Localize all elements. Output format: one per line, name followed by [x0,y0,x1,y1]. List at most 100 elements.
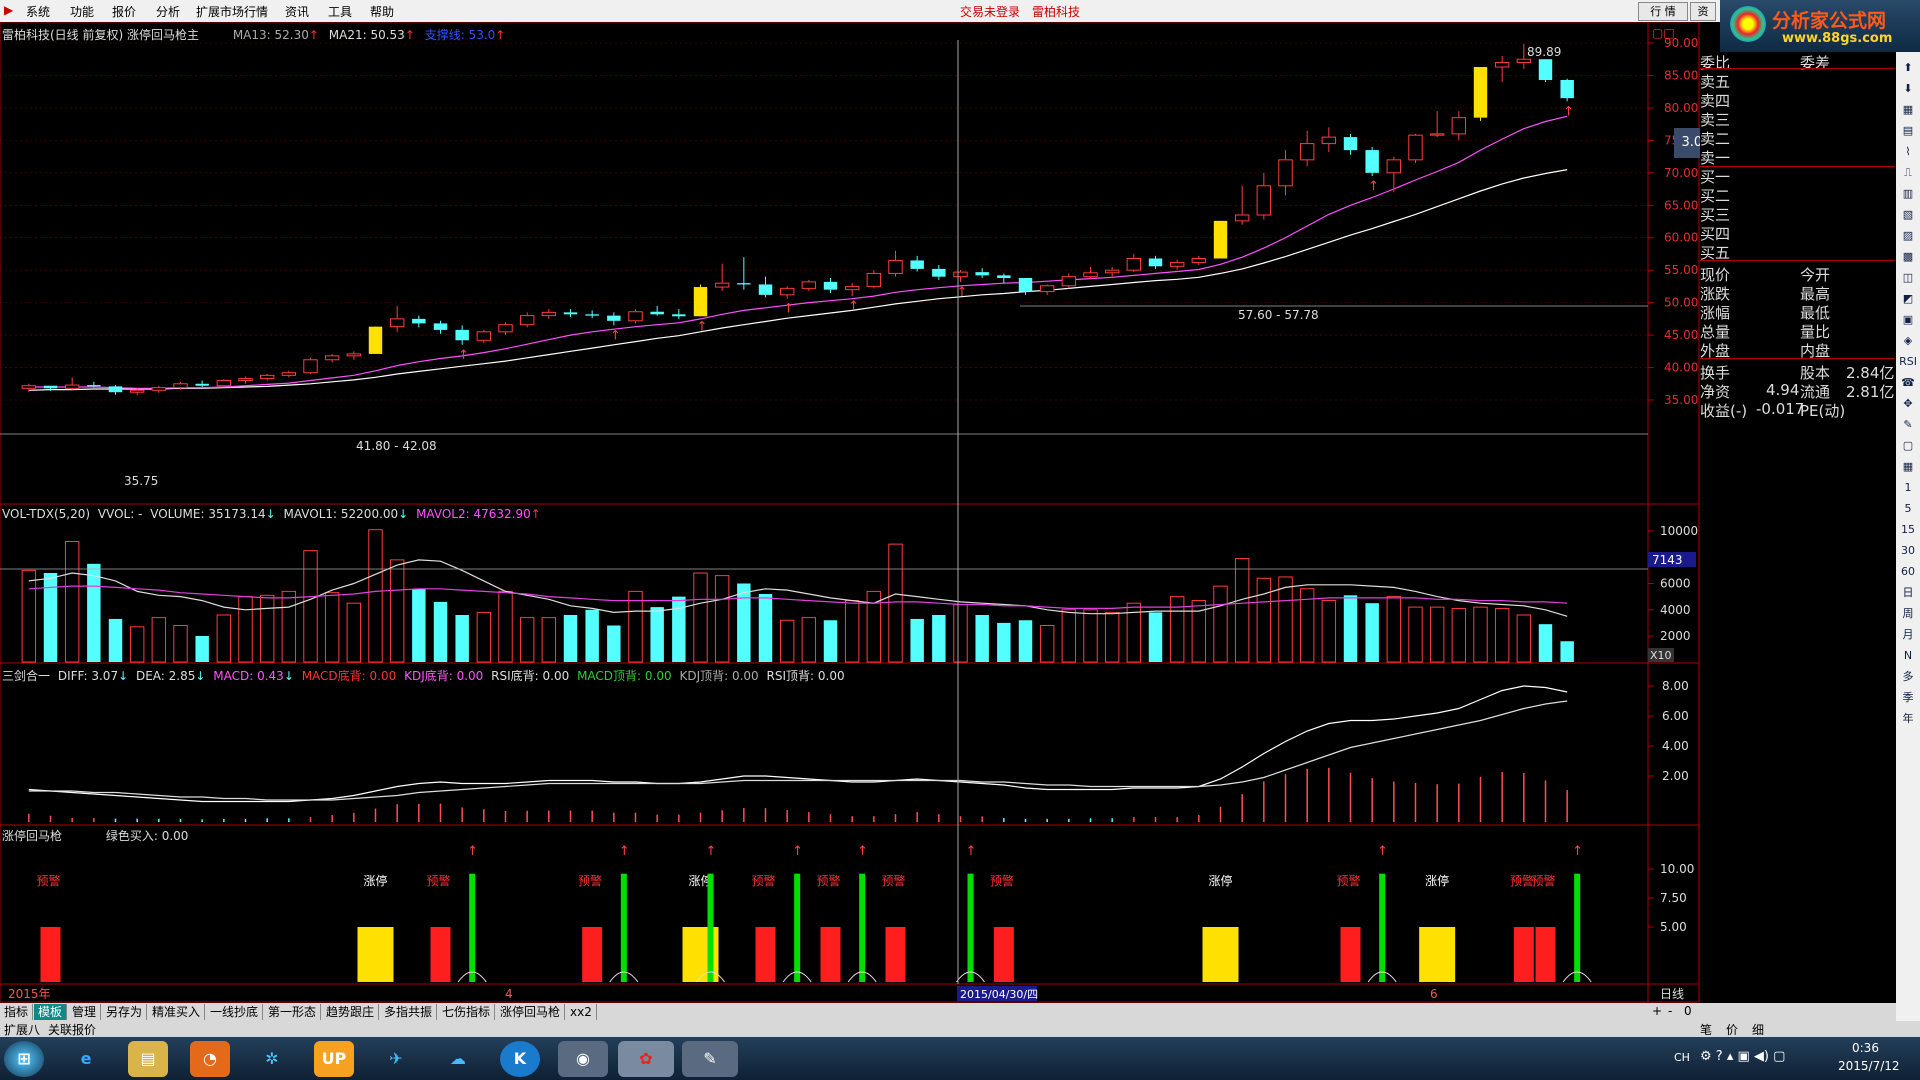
tab-7[interactable]: 趋势跟庄 [322,1004,380,1020]
toolbar-tool-icon[interactable]: ◫ [1899,270,1917,286]
candle-body [779,287,795,296]
toolbar-tool-icon[interactable]: ▤ [1899,123,1917,139]
candle-body [281,372,297,376]
toolbar-tool-icon[interactable]: ▧ [1899,207,1917,223]
clock-date[interactable]: 2015/7/12 [1838,1059,1900,1073]
toolbar-tool-icon[interactable]: 30 [1899,543,1917,559]
tab-4[interactable]: 精准买入 [148,1004,206,1020]
tray-price-button[interactable]: 价 [1726,1021,1738,1038]
toolbar-tool-icon[interactable]: 年 [1899,711,1917,727]
toolbar-tool-icon[interactable]: ▢ [1899,438,1917,454]
toolbar-tool-icon[interactable]: ▣ [1899,312,1917,328]
menu-item-quote[interactable]: 报价 [112,3,136,20]
signal-tick-label: 10.00 [1660,862,1694,876]
zoom-out-button[interactable]: - [1668,1004,1672,1018]
toolbar-tool-icon[interactable]: ▨ [1899,228,1917,244]
toolbar-tool-icon[interactable]: 1 [1899,480,1917,496]
toolbar-tool-icon[interactable]: 5 [1899,501,1917,517]
candle-body [129,389,145,393]
toolbar-tool-icon[interactable]: 60 [1899,564,1917,580]
menu-item-system[interactable]: 系统 [26,3,50,20]
toolbar-tool-icon[interactable]: ⬇ [1899,81,1917,97]
signal-indicator-name[interactable]: 涨停回马枪 [2,829,62,843]
vol-indicator-name[interactable]: VOL-TDX(5,20) [2,507,90,521]
toolbar-tool-icon[interactable]: RSI [1899,354,1917,370]
tab-related-quote[interactable]: 关联报价 [48,1021,96,1038]
toolbar-tool-icon[interactable]: ✥ [1899,396,1917,412]
toolbar-tool-icon[interactable]: 日 [1899,585,1917,601]
toolbar-tool-icon[interactable]: 周 [1899,606,1917,622]
tab-9[interactable]: 七伤指标 [438,1004,496,1020]
toolbar-tool-icon[interactable]: 多 [1899,669,1917,685]
toolbar-tool-icon[interactable]: 季 [1899,690,1917,706]
low-price-label: 35.75 [124,474,158,488]
trade-login-status[interactable]: 交易未登录 [960,3,1020,20]
language-indicator[interactable]: CH [1674,1051,1690,1064]
volume-bar [823,620,838,662]
file-explorer-icon[interactable]: ▤ [128,1041,168,1077]
tray-detail-button[interactable]: 细 [1752,1021,1764,1038]
info-button[interactable]: 资 [1690,2,1716,21]
app-paint-icon[interactable]: ✎ [682,1041,738,1077]
app-cloud-icon[interactable]: ☁ [438,1041,478,1077]
menu-item-help[interactable]: 帮助 [370,3,394,20]
start-button-icon[interactable]: ⊞ [4,1041,44,1077]
toolbar-tool-icon[interactable]: ⌇ [1899,144,1917,160]
candle-body [324,355,340,361]
toolbar-tool-icon[interactable]: ◈ [1899,333,1917,349]
zoom-in-button[interactable]: + [1652,1004,1662,1018]
volume-bar [1429,606,1445,663]
tab-10[interactable]: 涨停回马枪 [496,1004,566,1020]
tab-ext8[interactable]: 扩展八 [4,1021,40,1038]
main-title[interactable]: 雷柏科技(日线 前复权) 涨停回马枪主 [2,28,199,42]
app-flash-icon[interactable]: ◉ [558,1041,608,1077]
toolbar-tool-icon[interactable]: ⎍ [1899,165,1917,181]
tray-pen-button[interactable]: 笔 [1700,1021,1712,1038]
tab-8[interactable]: 多指共振 [380,1004,438,1020]
menu-item-ext-market[interactable]: 扩展市场行情 [196,3,268,20]
tab-0[interactable]: 指标 [0,1004,34,1020]
toolbar-tool-icon[interactable]: ▩ [1899,249,1917,265]
period-label: 日线 [1660,987,1684,1001]
candle-body [1213,220,1228,259]
menu-item-tools[interactable]: 工具 [328,3,352,20]
menu-item-function[interactable]: 功能 [70,3,94,20]
app-logo-icon[interactable]: ▶ [4,3,13,17]
toolbar-tool-icon[interactable]: ✎ [1899,417,1917,433]
quote-value-float: 2.81亿 [1846,383,1895,401]
app-k-icon[interactable]: K [500,1041,540,1077]
tab-6[interactable]: 第一形态 [264,1004,322,1020]
volume-bar [368,529,383,663]
macd-indicator-name[interactable]: 三剑合一 [2,669,50,683]
tray-icons[interactable]: ⚙ ? ▴ ▣ ◀) ▢ [1700,1049,1785,1064]
toolbar-tool-icon[interactable]: ▦ [1899,459,1917,475]
toolbar-tool-icon[interactable]: N [1899,648,1917,664]
close-pane-icon[interactable]: ▢□ [1652,26,1675,40]
tab-5[interactable]: 一线抄底 [206,1004,264,1020]
menu-item-news[interactable]: 资讯 [285,3,309,20]
toolbar-tool-icon[interactable]: ☎ [1899,375,1917,391]
volume-bar [476,611,492,663]
clock-time[interactable]: 0:36 [1852,1041,1879,1055]
zoom-reset-button[interactable]: 0 [1684,1004,1692,1018]
flower-logo-icon [1730,6,1766,42]
app-network-icon[interactable]: ✲ [252,1041,292,1077]
menu-item-analysis[interactable]: 分析 [156,3,180,20]
toolbar-tool-icon[interactable]: ▦ [1899,102,1917,118]
toolbar-tool-icon[interactable]: ▥ [1899,186,1917,202]
ie-browser-icon[interactable]: e [66,1041,106,1077]
app-stock-icon[interactable]: ✿ [618,1041,674,1077]
tab-2[interactable]: 管理 [68,1004,102,1020]
app-up-icon[interactable]: UP [314,1041,354,1077]
market-button[interactable]: 行 情 [1638,2,1688,21]
toolbar-tool-icon[interactable]: ⬆ [1899,60,1917,76]
app-orange-icon[interactable]: ◔ [190,1041,230,1077]
toolbar-tool-icon[interactable]: 15 [1899,522,1917,538]
tab-1[interactable]: 模板 [34,1004,68,1020]
tab-3[interactable]: 另存为 [102,1004,148,1020]
app-bird-icon[interactable]: ✈ [376,1041,416,1077]
toolbar-tool-icon[interactable]: ◩ [1899,291,1917,307]
tab-11[interactable]: xx2 [566,1004,597,1020]
toolbar-tool-icon[interactable]: 月 [1899,627,1917,643]
candle-body [1451,117,1467,135]
